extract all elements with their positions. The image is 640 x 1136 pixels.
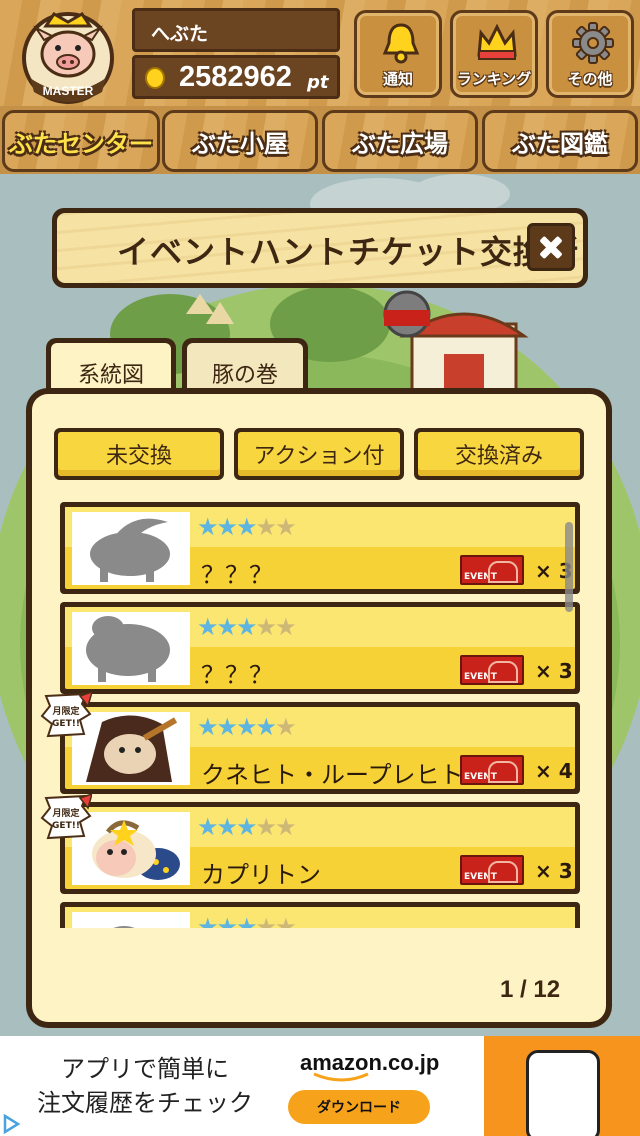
points-unit: pt bbox=[307, 72, 329, 93]
svg-text:月限定: 月限定 bbox=[51, 807, 80, 819]
monthly-limited-badge: 月限定 GET!! bbox=[40, 794, 92, 840]
gear-icon bbox=[572, 22, 614, 64]
ranking-label: ランキング bbox=[456, 70, 532, 88]
event-label: EVENT bbox=[464, 672, 497, 682]
other-button[interactable]: その他 bbox=[546, 10, 634, 98]
ad-copy-line2: 注文履歴をチェック bbox=[37, 1089, 253, 1117]
notification-label: 通知 bbox=[382, 70, 413, 88]
item-name: ？？？ bbox=[201, 661, 273, 689]
list-scrollbar[interactable] bbox=[565, 522, 573, 612]
list-item[interactable]: ★★★★★ クネヒト・ループレヒト EVENT × 4 bbox=[60, 702, 580, 794]
event-ticket-icon: EVENT bbox=[460, 855, 524, 885]
pig-silhouette-thumbnail bbox=[72, 912, 190, 928]
list-item[interactable]: ★★★★★ カプリトン EVENT × 3 bbox=[60, 802, 580, 894]
tab-keitouzu-label: 系統図 bbox=[77, 362, 144, 388]
ranking-button[interactable]: ランキング bbox=[450, 10, 538, 98]
top-header: MASTER へぶた 2582962 pt 通知 ランキング その他 bbox=[0, 0, 640, 106]
ad-choices-icon[interactable] bbox=[0, 1112, 22, 1136]
item-name: クネヒト・ループレヒト bbox=[201, 761, 464, 789]
pig-silhouette-thumbnail bbox=[72, 612, 190, 685]
tab-buta-no-maki-label: 豚の巻 bbox=[211, 362, 278, 388]
avatar[interactable]: MASTER bbox=[12, 8, 124, 104]
other-label: その他 bbox=[567, 70, 613, 88]
title-plate: イベントハントチケット交換所 bbox=[57, 213, 583, 283]
item-list[interactable]: ★★★★★ ？？？ EVENT × 3 ★★★★★ ？？？ EVENT × 3 bbox=[60, 500, 582, 928]
points-plate: 2582962 pt bbox=[132, 55, 340, 99]
ad-image-panel bbox=[484, 1036, 640, 1136]
bell-icon bbox=[382, 23, 420, 64]
filter-exchanged-label: 交換済み bbox=[454, 444, 543, 469]
dialog-title: イベントハントチケット交換所 bbox=[117, 233, 580, 271]
tab-buta-koya[interactable]: ぶた小屋 bbox=[162, 110, 318, 172]
exchange-title-banner: イベントハントチケット交換所 bbox=[52, 208, 588, 288]
svg-text:GET!!: GET!! bbox=[52, 821, 80, 831]
points-value: 2582962 bbox=[179, 61, 292, 93]
tab-buta-zukan[interactable]: ぶた図鑑 bbox=[482, 110, 638, 172]
list-item[interactable]: ★★★★★ ？？？ EVENT × 3 bbox=[60, 602, 580, 694]
tab-buta-hiroba[interactable]: ぶた広場 bbox=[322, 110, 478, 172]
rarity-stars: ★★★★★ bbox=[197, 713, 297, 741]
ad-banner[interactable]: アプリで簡単に 注文履歴をチェック amazon.co.jp ダウンロード bbox=[0, 1036, 640, 1136]
list-item[interactable]: ★★★★★ bbox=[60, 902, 580, 928]
page-indicator: 1 / 12 bbox=[500, 976, 561, 1003]
event-label: EVENT bbox=[464, 772, 497, 782]
event-ticket-icon: EVENT bbox=[460, 555, 524, 585]
item-name: ？？？ bbox=[201, 561, 273, 589]
amazon-smile-icon bbox=[313, 1072, 369, 1082]
rarity-stars: ★★★★★ bbox=[197, 513, 297, 541]
filter-exchanged-button[interactable]: 交換済み bbox=[414, 428, 584, 480]
svg-text:月限定: 月限定 bbox=[51, 705, 80, 717]
crown-icon bbox=[477, 23, 517, 60]
item-quantity: × 3 bbox=[535, 859, 573, 883]
list-item[interactable]: ★★★★★ ？？？ EVENT × 3 bbox=[60, 502, 580, 594]
user-name-plate: へぶた bbox=[132, 8, 340, 52]
tab-buta-center[interactable]: ぶたセンター bbox=[2, 110, 160, 172]
item-quantity: × 4 bbox=[535, 759, 573, 783]
pig-silhouette-thumbnail bbox=[72, 512, 190, 585]
tab-buta-koya-label: ぶた小屋 bbox=[192, 129, 288, 158]
filter-unexchanged-button[interactable]: 未交換 bbox=[54, 428, 224, 480]
avatar-label: MASTER bbox=[43, 84, 94, 98]
item-quantity: × 3 bbox=[535, 659, 573, 683]
monthly-limited-badge: 月限定 GET!! bbox=[40, 692, 92, 738]
ad-copy-line1: アプリで簡単に bbox=[61, 1055, 229, 1083]
rarity-stars: ★★★★★ bbox=[197, 813, 297, 841]
tab-buta-hiroba-label: ぶた広場 bbox=[352, 129, 448, 158]
event-ticket-icon: EVENT bbox=[460, 755, 524, 785]
filter-with-action-button[interactable]: アクション付 bbox=[234, 428, 404, 480]
coin-icon bbox=[145, 67, 165, 89]
event-label: EVENT bbox=[464, 572, 497, 582]
close-button[interactable] bbox=[527, 223, 575, 271]
main-nav: ぶたセンター ぶた小屋 ぶた広場 ぶた図鑑 bbox=[0, 106, 640, 174]
notification-button[interactable]: 通知 bbox=[354, 10, 442, 98]
event-label: EVENT bbox=[464, 872, 497, 882]
tab-buta-center-label: ぶたセンター bbox=[9, 129, 153, 158]
ad-download-button[interactable]: ダウンロード bbox=[288, 1090, 430, 1124]
event-ticket-icon: EVENT bbox=[460, 655, 524, 685]
svg-text:GET!!: GET!! bbox=[52, 719, 80, 729]
tab-buta-zukan-label: ぶた図鑑 bbox=[512, 129, 608, 158]
user-name: へぶた bbox=[151, 23, 209, 45]
filter-with-action-label: アクション付 bbox=[253, 444, 385, 469]
rarity-stars: ★★★★★ bbox=[197, 913, 297, 928]
rarity-stars: ★★★★★ bbox=[197, 613, 297, 641]
item-name: カプリトン bbox=[201, 861, 321, 889]
ad-copy: アプリで簡単に 注文履歴をチェック bbox=[30, 1052, 260, 1120]
filter-unexchanged-label: 未交換 bbox=[105, 444, 172, 469]
phone-icon bbox=[526, 1050, 600, 1136]
